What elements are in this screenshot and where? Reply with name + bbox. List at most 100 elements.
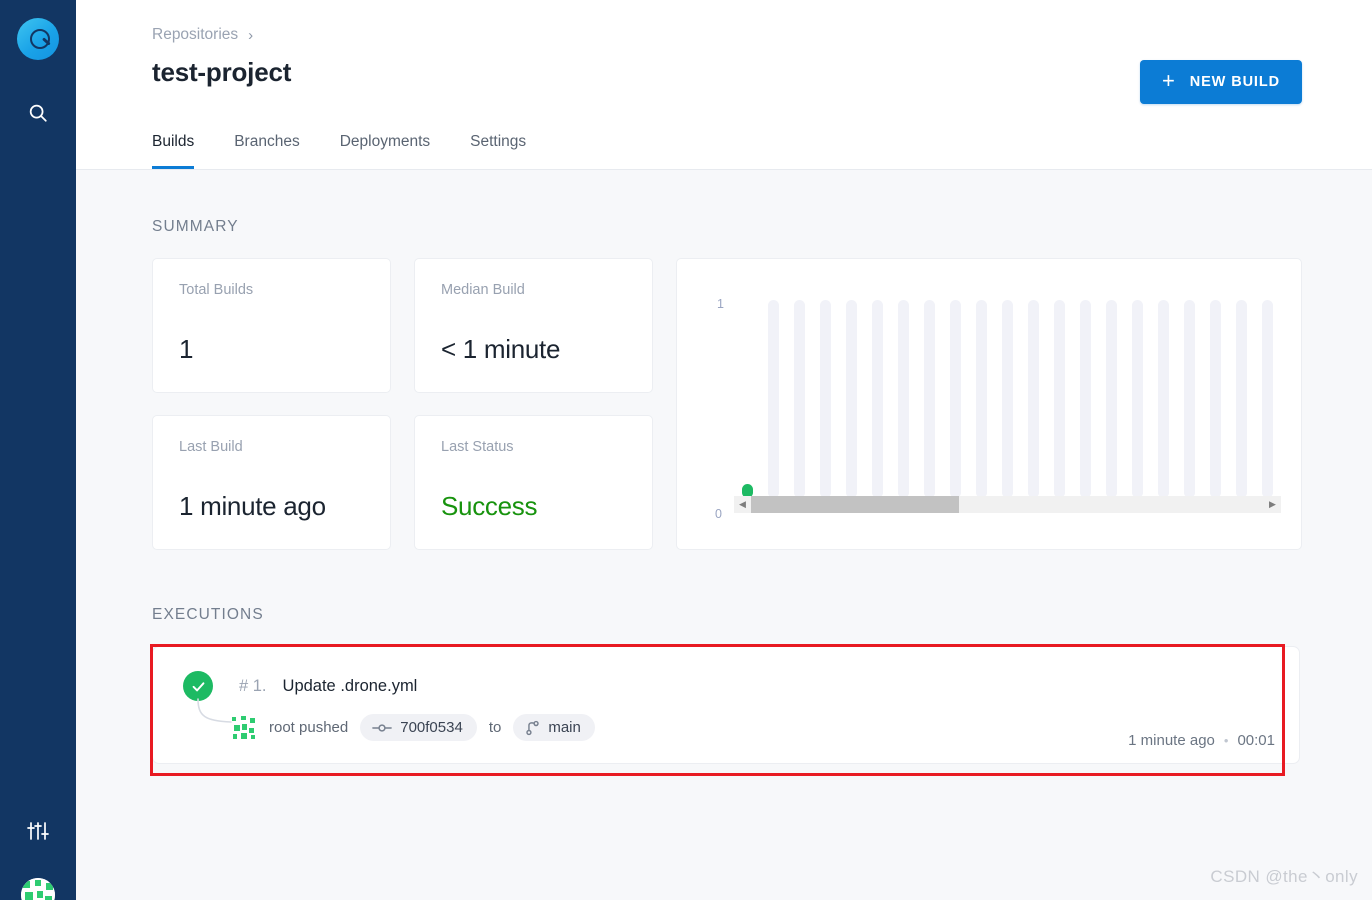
chart-bar[interactable]: [1262, 300, 1273, 498]
chart-bar[interactable]: [1106, 300, 1117, 498]
executions-section: EXECUTIONS # 1. Update .drone.yml: [152, 606, 1302, 764]
chart-bars: [734, 300, 1281, 498]
avatar[interactable]: [21, 878, 55, 900]
chart-bar[interactable]: [976, 300, 987, 498]
chart-bar[interactable]: [950, 300, 961, 498]
sliders-icon[interactable]: [21, 814, 55, 848]
plus-icon: +: [1162, 70, 1176, 92]
stat-card-total-builds: Total Builds 1: [152, 258, 391, 393]
chart-bar-slot[interactable]: [1047, 300, 1073, 498]
executions-heading: EXECUTIONS: [152, 606, 1302, 624]
chart-bar[interactable]: [924, 300, 935, 498]
y-axis-tick-max: 1: [717, 297, 724, 311]
chart-bar-slot[interactable]: [1177, 300, 1203, 498]
execution-row[interactable]: # 1. Update .drone.yml: [152, 646, 1300, 764]
page-title: test-project: [152, 57, 1302, 88]
tab-bar: Builds Branches Deployments Settings: [76, 117, 1372, 170]
chart-bar-slot[interactable]: [1255, 300, 1281, 498]
topbar: Repositories › test-project + NEW BUILD …: [76, 0, 1372, 170]
chart-bar-slot[interactable]: [916, 300, 942, 498]
chart-bar[interactable]: [846, 300, 857, 498]
scroll-right-icon[interactable]: ▶: [1264, 496, 1281, 513]
chart-bar-slot[interactable]: [1229, 300, 1255, 498]
stat-column-2: Median Build < 1 minute Last Status Succ…: [414, 258, 653, 550]
execution-timing: 1 minute ago • 00:01: [1128, 732, 1275, 749]
chart-bar-slot[interactable]: [1125, 300, 1151, 498]
stat-label: Last Status: [441, 439, 626, 455]
chart-bar-slot[interactable]: [994, 300, 1020, 498]
chart-bar-slot[interactable]: [864, 300, 890, 498]
chart-bar[interactable]: [1002, 300, 1013, 498]
execution-title: Update .drone.yml: [283, 677, 418, 696]
separator-dot: •: [1224, 733, 1229, 748]
app-root: Repositories › test-project + NEW BUILD …: [0, 0, 1372, 900]
chart-bar-slot[interactable]: [786, 300, 812, 498]
chart-bar[interactable]: [820, 300, 831, 498]
breadcrumb-repositories[interactable]: Repositories: [152, 26, 238, 44]
chart-bar-slot[interactable]: [942, 300, 968, 498]
execution-header: # 1. Update .drone.yml: [183, 671, 1273, 701]
commit-sha: 700f0534: [400, 719, 463, 736]
branch-name: main: [548, 719, 581, 736]
chart-bar[interactable]: [1158, 300, 1169, 498]
new-build-label: NEW BUILD: [1190, 74, 1280, 90]
chart-bar-slot[interactable]: [838, 300, 864, 498]
chart-bar-slot[interactable]: [1151, 300, 1177, 498]
content: SUMMARY Total Builds 1 Last Build 1 minu…: [76, 170, 1372, 900]
chart-bar[interactable]: [794, 300, 805, 498]
sidebar: [0, 0, 76, 900]
chart-bar[interactable]: [898, 300, 909, 498]
stat-value: 1: [179, 334, 364, 369]
tab-builds[interactable]: Builds: [152, 117, 194, 169]
scrollbar-thumb[interactable]: [751, 496, 959, 513]
stat-label: Last Build: [179, 439, 364, 455]
summary-heading: SUMMARY: [152, 218, 1302, 236]
watermark: CSDN @the丶only: [1210, 862, 1358, 887]
search-icon[interactable]: [21, 96, 55, 130]
builds-chart: 1 0 ◀ ▶: [677, 259, 1301, 549]
stat-label: Median Build: [441, 282, 626, 298]
commit-badge[interactable]: 700f0534: [360, 714, 477, 741]
new-build-button[interactable]: + NEW BUILD: [1140, 60, 1302, 104]
stat-value: Success: [441, 491, 626, 526]
breadcrumb: Repositories ›: [152, 26, 1302, 44]
commit-icon: [372, 722, 392, 734]
chart-scrollbar[interactable]: ◀ ▶: [734, 496, 1281, 513]
chart-bar-slot[interactable]: [1073, 300, 1099, 498]
drone-logo-icon[interactable]: [17, 18, 59, 60]
chart-bar-slot[interactable]: [812, 300, 838, 498]
chart-bar[interactable]: [1028, 300, 1039, 498]
execution-time-ago: 1 minute ago: [1128, 732, 1215, 749]
chart-bar[interactable]: [1236, 300, 1247, 498]
branch-icon: [525, 720, 540, 736]
summary-grid: Total Builds 1 Last Build 1 minute ago M…: [152, 258, 1302, 550]
chart-bar[interactable]: [1054, 300, 1065, 498]
chart-bar[interactable]: [1132, 300, 1143, 498]
chart-bar-slot[interactable]: [1021, 300, 1047, 498]
chart-bar[interactable]: [768, 300, 779, 498]
chart-bar[interactable]: [1184, 300, 1195, 498]
scrollbar-track[interactable]: [751, 496, 1264, 513]
check-circle-icon: [183, 671, 213, 701]
stat-card-last-build: Last Build 1 minute ago: [152, 415, 391, 550]
branch-badge[interactable]: main: [513, 714, 595, 741]
stat-label: Total Builds: [179, 282, 364, 298]
chart-bar-slot[interactable]: [1099, 300, 1125, 498]
chart-bar-slot[interactable]: [890, 300, 916, 498]
tab-deployments[interactable]: Deployments: [340, 117, 430, 169]
chart-bar-slot[interactable]: [1203, 300, 1229, 498]
stat-card-median-build: Median Build < 1 minute: [414, 258, 653, 393]
stat-value: < 1 minute: [441, 334, 626, 369]
main-area: Repositories › test-project + NEW BUILD …: [76, 0, 1372, 900]
stat-card-last-status: Last Status Success: [414, 415, 653, 550]
author-action: root pushed: [269, 719, 348, 736]
chart-bar-slot[interactable]: [968, 300, 994, 498]
tab-branches[interactable]: Branches: [234, 117, 299, 169]
tab-settings[interactable]: Settings: [470, 117, 526, 169]
scroll-left-icon[interactable]: ◀: [734, 496, 751, 513]
chart-bar-slot[interactable]: [760, 300, 786, 498]
chart-bar[interactable]: [1080, 300, 1091, 498]
chart-bar[interactable]: [872, 300, 883, 498]
tree-connector-icon: [195, 698, 237, 728]
chart-bar[interactable]: [1210, 300, 1221, 498]
